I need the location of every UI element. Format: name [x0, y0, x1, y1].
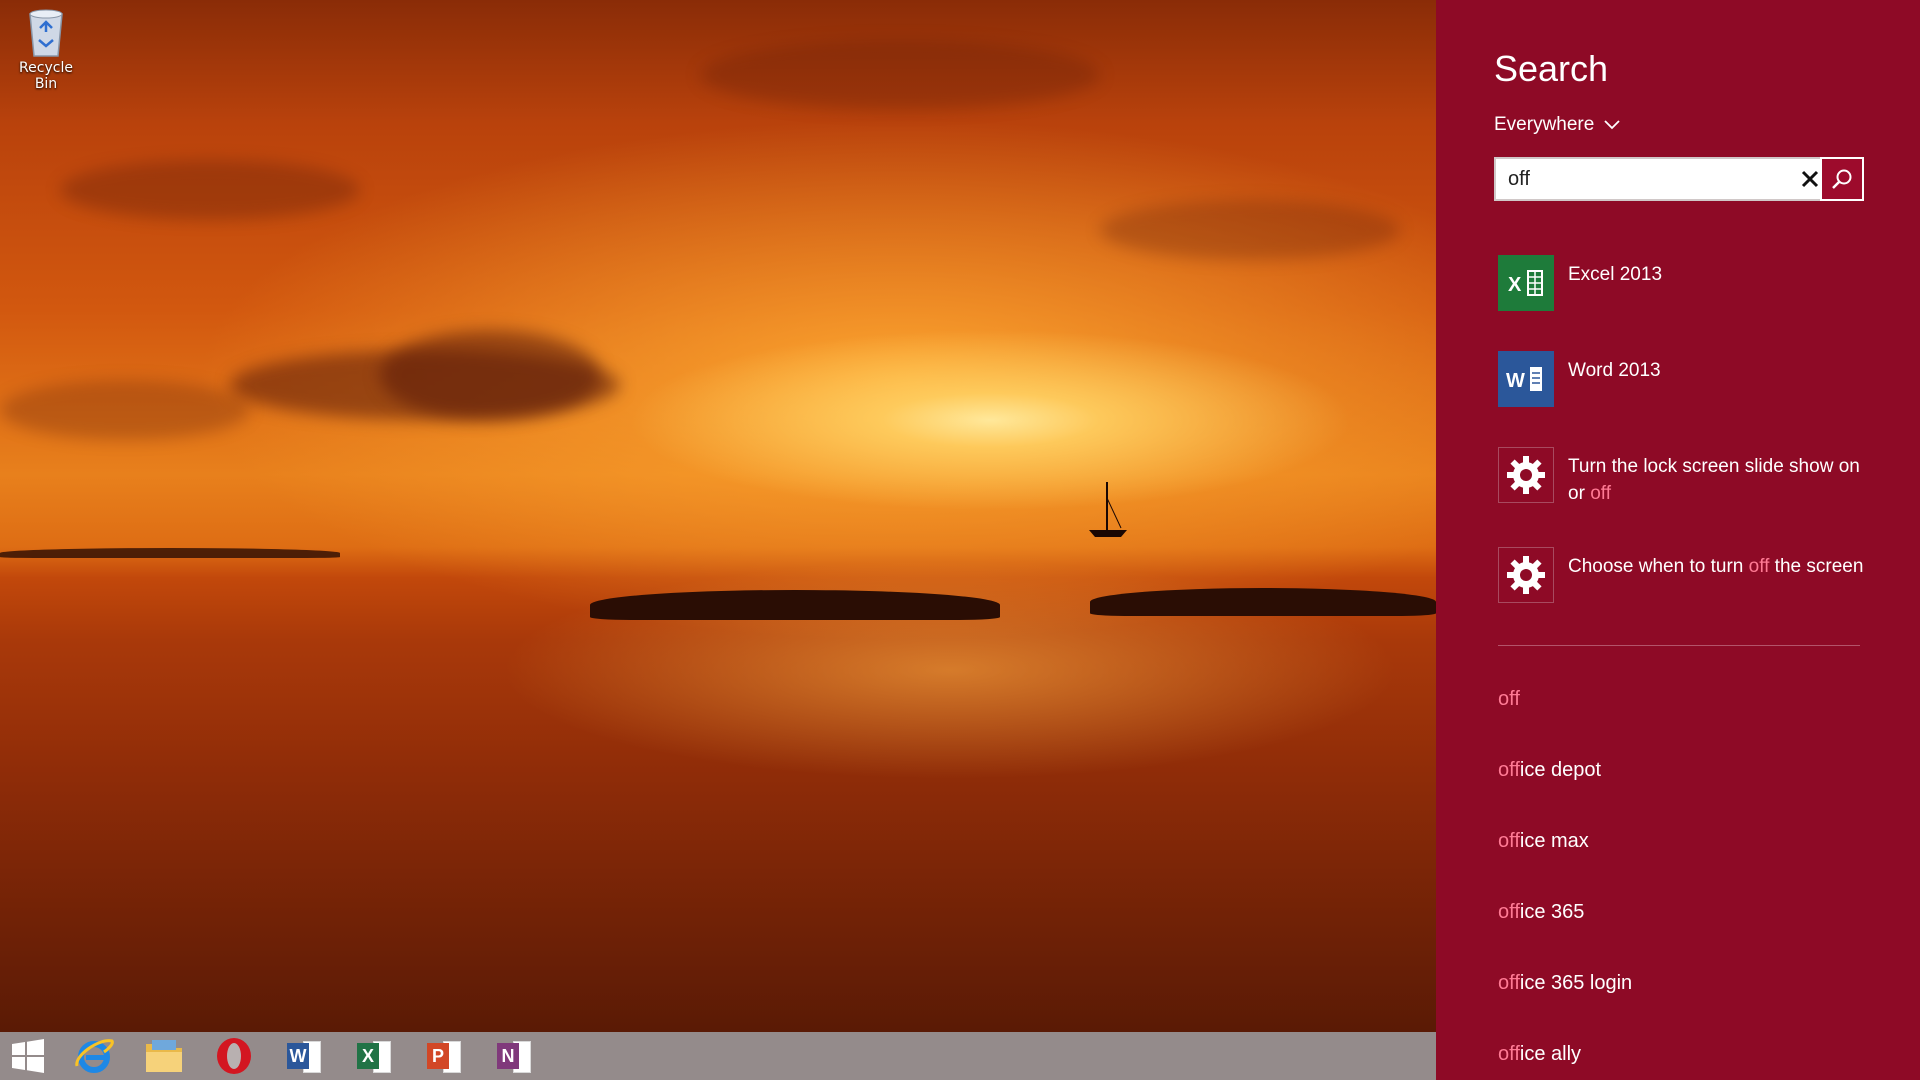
cloud	[700, 40, 1100, 110]
rock	[590, 590, 1000, 620]
suggestion-item[interactable]: off	[1498, 688, 1520, 711]
word-icon: W	[1498, 351, 1554, 407]
suggestion-rest: ice max	[1519, 830, 1589, 852]
excel-icon: X	[357, 1041, 391, 1073]
cloud	[60, 160, 360, 220]
suggestion-item[interactable]: office max	[1498, 830, 1589, 853]
search-input[interactable]	[1496, 159, 1810, 199]
suggestion-item[interactable]: office 365	[1498, 901, 1584, 924]
powerpoint-icon: P	[427, 1041, 461, 1073]
rock	[0, 548, 340, 558]
taskbar-internet-explorer[interactable]	[70, 1036, 118, 1076]
result-label: Excel 2013	[1568, 264, 1663, 285]
svg-text:W: W	[1506, 370, 1525, 392]
match-highlight: off	[1498, 1043, 1520, 1065]
taskbar-powerpoint[interactable]: P	[420, 1036, 468, 1076]
svg-text:X: X	[1508, 274, 1522, 296]
onenote-letter: N	[497, 1043, 519, 1069]
taskbar-onenote[interactable]: N	[490, 1036, 538, 1076]
cloud	[380, 330, 600, 420]
result-label: Turn the lock screen slide show on or of…	[1568, 453, 1878, 507]
gear-icon	[1498, 447, 1554, 503]
result-lock-screen-slideshow[interactable]: Turn the lock screen slide show on or of…	[1498, 447, 1878, 507]
search-go-button[interactable]	[1820, 157, 1864, 201]
suggestion-item[interactable]: office depot	[1498, 759, 1601, 782]
onenote-icon: N	[497, 1041, 531, 1073]
cloud	[0, 380, 250, 440]
match-highlight: off	[1590, 483, 1611, 504]
search-scope-label: Everywhere	[1494, 114, 1595, 135]
taskbar-excel[interactable]: X	[350, 1036, 398, 1076]
results-divider	[1498, 645, 1860, 646]
result-label: Word 2013	[1568, 360, 1661, 381]
search-charm-pane: Search Everywhere X Exce	[1436, 0, 1920, 1080]
powerpoint-letter: P	[427, 1043, 449, 1069]
search-box	[1494, 157, 1864, 201]
label-text: Choose when to turn	[1568, 556, 1749, 577]
close-icon	[1801, 170, 1819, 188]
opera-icon	[217, 1038, 251, 1074]
start-button[interactable]	[4, 1036, 52, 1076]
suggestion-item[interactable]: office 365 login	[1498, 972, 1632, 995]
match-highlight: off	[1748, 556, 1770, 577]
recycle-bin-icon	[26, 6, 66, 57]
desktop-wallpaper: Recycle Bin	[0, 0, 1436, 1032]
chevron-down-icon	[1604, 120, 1620, 130]
result-word-2013[interactable]: W Word 2013	[1498, 351, 1878, 407]
windows-logo-icon	[12, 1039, 44, 1073]
gear-icon	[1498, 547, 1554, 603]
match-highlight: off	[1498, 759, 1520, 781]
suggestion-item[interactable]: office ally	[1498, 1043, 1581, 1066]
search-icon	[1832, 169, 1852, 189]
recycle-bin-label: Recycle Bin	[19, 60, 73, 92]
folder-icon	[146, 1040, 182, 1072]
taskbar-opera[interactable]	[210, 1036, 258, 1076]
cloud	[1100, 200, 1400, 260]
label-text: Turn the lock screen slide show on or	[1568, 456, 1860, 504]
result-excel-2013[interactable]: X Excel 2013	[1498, 255, 1878, 311]
suggestion-rest: ice 365 login	[1519, 972, 1633, 994]
suggestion-rest: ice ally	[1519, 1043, 1582, 1065]
match-highlight: off	[1498, 901, 1520, 923]
word-icon: W	[287, 1041, 321, 1073]
result-label: Choose when to turn off the screen	[1568, 553, 1863, 603]
suggestion-rest: ice 365	[1519, 901, 1585, 923]
match-highlight: off	[1498, 972, 1520, 994]
taskbar: W X P N	[0, 1032, 1436, 1080]
sailboat	[1089, 482, 1127, 537]
excel-icon: X	[1498, 255, 1554, 311]
taskbar-word[interactable]: W	[280, 1036, 328, 1076]
rock	[1090, 588, 1436, 616]
result-screen-off-timeout[interactable]: Choose when to turn off the screen	[1498, 547, 1878, 603]
excel-letter: X	[357, 1043, 379, 1069]
taskbar-file-explorer[interactable]	[140, 1036, 188, 1076]
internet-explorer-icon	[75, 1039, 114, 1073]
label-text: the screen	[1769, 556, 1864, 577]
search-scope-dropdown[interactable]: Everywhere	[1494, 114, 1620, 136]
match-highlight: off	[1498, 830, 1520, 852]
match-highlight: off	[1498, 688, 1520, 710]
search-title: Search	[1494, 48, 1609, 89]
suggestion-rest: ice depot	[1519, 759, 1602, 781]
recycle-bin-shortcut[interactable]: Recycle Bin	[6, 6, 86, 92]
word-letter: W	[287, 1043, 309, 1069]
